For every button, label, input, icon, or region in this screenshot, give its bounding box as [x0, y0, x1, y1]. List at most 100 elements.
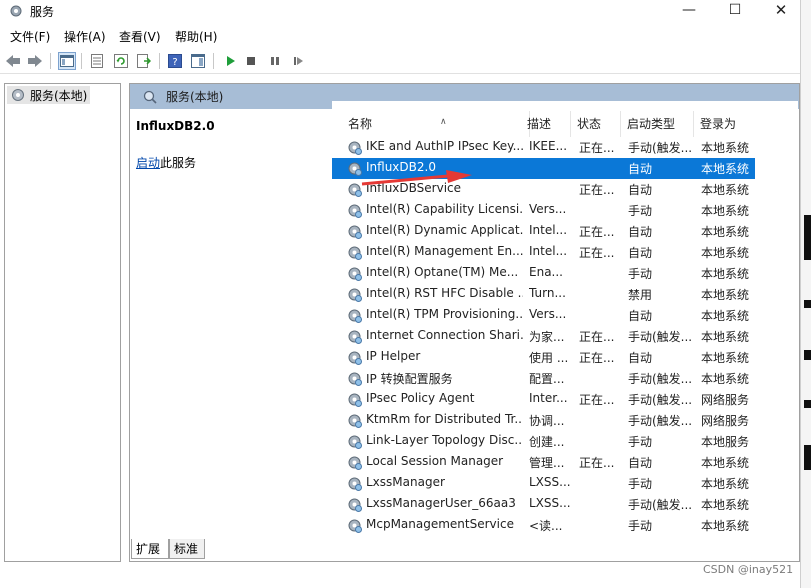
column-header-logon-as[interactable]: 登录为	[694, 111, 754, 137]
service-gear-icon	[348, 204, 362, 218]
maximize-button[interactable]: ☐	[712, 0, 758, 20]
forward-button[interactable]	[26, 52, 44, 70]
service-row[interactable]: InfluxDB2.0 自动 本地系统	[332, 158, 755, 179]
service-row[interactable]: Intel(R) RST HFC Disable ... Turn... 禁用 本地系…	[332, 284, 755, 305]
service-row[interactable]: Intel(R) Management En... Intel... 正在... 自动…	[332, 242, 755, 263]
service-logon-as: 本地系统	[701, 477, 750, 491]
close-button[interactable]: ✕	[758, 0, 804, 20]
service-description: 协调...	[529, 414, 565, 428]
minimize-button[interactable]: —	[666, 0, 712, 20]
service-row[interactable]: InfluxDBService 正在... 自动 本地系统	[332, 179, 755, 200]
service-row[interactable]: IP Helper 使用 ... 正在... 自动 本地系统	[332, 347, 755, 368]
column-header-startup-type[interactable]: 启动类型	[621, 111, 694, 137]
forward-arrow-icon	[28, 55, 42, 67]
service-startup-type: 手动	[628, 435, 653, 449]
service-name: Intel(R) TPM Provisioning...	[366, 307, 523, 321]
service-logon-as: 本地系统	[701, 162, 750, 176]
service-name: Local Session Manager	[366, 454, 504, 468]
services-gear-icon	[10, 5, 22, 17]
service-row[interactable]: Intel(R) Capability Licensi... Vers... 手动 本…	[332, 200, 755, 221]
service-row[interactable]: Intel(R) Dynamic Applicat... Intel... 正在..…	[332, 221, 755, 242]
menu-view[interactable]: 查看(V)	[119, 28, 161, 45]
pause-service-button[interactable]	[266, 52, 284, 70]
action-pane-icon	[191, 54, 205, 68]
service-startup-type: 手动(触发...	[628, 414, 693, 428]
service-detail-panel: InfluxDB2.0 启动此服务	[136, 119, 331, 170]
back-button[interactable]	[4, 52, 22, 70]
menu-file[interactable]: 文件(F)	[10, 28, 50, 45]
service-row[interactable]: LxssManager LXSS... 手动 本地系统	[332, 473, 755, 494]
service-name: Intel(R) RST HFC Disable ...	[366, 286, 523, 300]
service-row[interactable]: Internet Connection Shari... 为家... 正在... 手动…	[332, 326, 755, 347]
toolbar-separator	[50, 53, 51, 69]
service-row[interactable]: Link-Layer Topology Disc... 创建... 手动 本地服务	[332, 431, 755, 452]
stop-icon	[247, 57, 255, 65]
service-startup-type: 自动	[628, 309, 653, 323]
service-gear-icon	[348, 141, 362, 155]
service-row[interactable]: Local Session Manager 管理... 正在... 自动 本地系统	[332, 452, 755, 473]
service-description: Vers...	[529, 307, 567, 321]
service-gear-icon	[348, 456, 362, 470]
service-gear-icon	[348, 267, 362, 281]
service-row[interactable]: IKE and AuthIP IPsec Key... IKEE... 正在... 手…	[332, 137, 755, 158]
tree-item-services-local[interactable]: 服务(本地)	[7, 86, 91, 104]
refresh-icon	[114, 54, 128, 68]
menu-action[interactable]: 操作(A)	[64, 28, 106, 45]
tab-extended[interactable]: 扩展	[131, 539, 169, 559]
stop-service-button[interactable]	[242, 52, 260, 70]
service-row[interactable]: Intel(R) Optane(TM) Me... Ena... 手动 本地系统	[332, 263, 755, 284]
menu-help[interactable]: 帮助(H)	[175, 28, 217, 45]
service-description: 创建...	[529, 435, 565, 449]
service-row[interactable]: McpManagementService <读... 手动 本地系统	[332, 515, 755, 536]
toolbar-separator	[159, 53, 160, 69]
service-description: 管理...	[529, 456, 565, 470]
sort-up-icon: ∧	[440, 117, 447, 127]
start-service-link[interactable]: 启动	[136, 156, 160, 170]
help-button[interactable]: ?	[166, 52, 184, 70]
service-startup-type: 手动	[628, 477, 653, 491]
service-row[interactable]: KtmRm for Distributed Tr... 协调... 手动(触发...…	[332, 410, 755, 431]
service-row[interactable]: Intel(R) TPM Provisioning... Vers... 自动 本地系…	[332, 305, 755, 326]
tab-standard[interactable]: 标准	[169, 539, 205, 559]
service-status: 正在...	[579, 225, 615, 239]
service-status: 正在...	[579, 183, 615, 197]
properties-button[interactable]	[88, 52, 106, 70]
restart-service-button[interactable]	[289, 52, 307, 70]
toolbar-separator	[81, 53, 82, 69]
svg-text:?: ?	[172, 57, 177, 68]
toolbar: ?	[0, 48, 800, 74]
service-name: LxssManagerUser_66aa3	[366, 496, 516, 510]
service-gear-icon	[348, 225, 362, 239]
service-row[interactable]: IP 转换配置服务 配置... 手动(触发... 本地系统	[332, 368, 755, 389]
detail-service-name: InfluxDB2.0	[136, 119, 215, 133]
service-description: <读...	[529, 519, 563, 533]
service-gear-icon	[348, 351, 362, 365]
refresh-button[interactable]	[112, 52, 130, 70]
window-title: 服务	[30, 5, 55, 19]
service-startup-type: 自动	[628, 225, 653, 239]
service-description: 使用 ...	[529, 351, 569, 365]
service-gear-icon	[348, 393, 362, 407]
column-header-desc[interactable]: 描述	[521, 111, 571, 137]
service-startup-type: 手动(触发...	[628, 498, 693, 512]
service-gear-icon	[348, 477, 362, 491]
service-gear-icon	[348, 519, 362, 533]
service-logon-as: 本地系统	[701, 267, 750, 281]
service-name: Link-Layer Topology Disc...	[366, 433, 523, 447]
service-gear-icon	[348, 162, 362, 176]
start-service-button[interactable]	[221, 52, 239, 70]
service-name: InfluxDBService	[366, 181, 462, 195]
service-description: IKEE...	[529, 139, 568, 153]
export-list-button[interactable]	[135, 52, 153, 70]
column-header-name[interactable]: 名称 ∧	[342, 111, 530, 137]
service-gear-icon	[348, 372, 362, 386]
service-logon-as: 本地系统	[701, 351, 750, 365]
pause-icon	[271, 57, 279, 65]
detail-action: 启动此服务	[136, 154, 196, 171]
console-tree-button[interactable]	[58, 52, 76, 70]
service-row[interactable]: LxssManagerUser_66aa3 LXSS... 手动(触发... 本地系统	[332, 494, 755, 515]
show-hide-action-pane-button[interactable]	[189, 52, 207, 70]
column-header-status[interactable]: 状态	[571, 111, 621, 137]
service-startup-type: 自动	[628, 183, 653, 197]
service-row[interactable]: IPsec Policy Agent Inter... 正在... 手动(触发... 网…	[332, 389, 755, 410]
